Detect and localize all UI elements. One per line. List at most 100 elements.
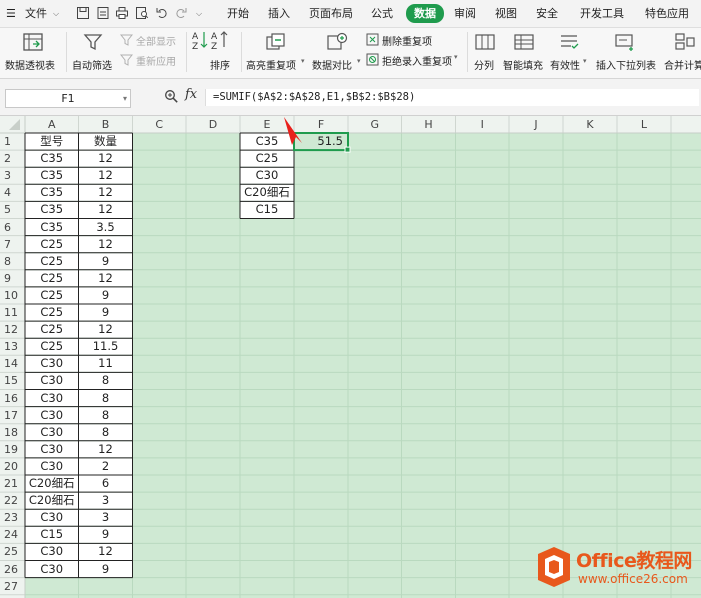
- fx-label[interactable]: fx: [185, 87, 197, 102]
- row-header-11[interactable]: 11: [0, 304, 26, 321]
- row-header-25[interactable]: 25: [0, 543, 26, 560]
- cell-a1[interactable]: 型号: [25, 133, 79, 150]
- cell-b23[interactable]: 3: [79, 509, 133, 526]
- row-header-20[interactable]: 20: [0, 458, 26, 475]
- highlight-duplicates-button[interactable]: 高亮重复项 ▾: [246, 28, 306, 78]
- row-header-1[interactable]: 1: [0, 133, 26, 150]
- smart-fill-button[interactable]: 智能填充: [503, 28, 547, 78]
- cell-a23[interactable]: C30: [25, 509, 79, 526]
- chevron-down-icon[interactable]: ▾: [123, 90, 127, 107]
- tab-special[interactable]: 特色应用: [645, 0, 689, 27]
- tab-formulas[interactable]: 公式: [371, 0, 393, 27]
- cell-a10[interactable]: C25: [25, 287, 79, 304]
- sort-button[interactable]: AZ 排序: [210, 28, 238, 78]
- quick-access-chevron-icon[interactable]: ⌵: [196, 0, 202, 27]
- row-header-16[interactable]: 16: [0, 390, 26, 407]
- column-header-b[interactable]: B: [79, 116, 133, 133]
- row-header-23[interactable]: 23: [0, 509, 26, 526]
- row-header-6[interactable]: 6: [0, 219, 26, 236]
- row-header-24[interactable]: 24: [0, 526, 26, 543]
- cell-a21[interactable]: C20细石: [25, 475, 79, 492]
- cell-a5[interactable]: C35: [25, 201, 79, 218]
- cell-b14[interactable]: 11: [79, 355, 133, 372]
- row-header-19[interactable]: 19: [0, 441, 26, 458]
- cell-a9[interactable]: C25: [25, 270, 79, 287]
- row-header-27[interactable]: 27: [0, 578, 26, 595]
- cell-b13[interactable]: 11.5: [79, 338, 133, 355]
- tab-security[interactable]: 安全: [536, 0, 558, 27]
- row-header-13[interactable]: 13: [0, 338, 26, 355]
- tab-home[interactable]: 开始: [227, 0, 249, 27]
- cell-e2[interactable]: C25: [240, 150, 294, 167]
- cell-a22[interactable]: C20细石: [25, 492, 79, 509]
- cell-b11[interactable]: 9: [79, 304, 133, 321]
- cell-f1[interactable]: 51.5: [294, 133, 348, 150]
- tab-view[interactable]: 视图: [495, 0, 517, 27]
- cell-b25[interactable]: 12: [79, 543, 133, 560]
- row-header-8[interactable]: 8: [0, 253, 26, 270]
- cell-a4[interactable]: C35: [25, 184, 79, 201]
- cell-a15[interactable]: C30: [25, 372, 79, 389]
- tab-page-layout[interactable]: 页面布局: [309, 0, 353, 27]
- tab-insert[interactable]: 插入: [268, 0, 290, 27]
- row-header-22[interactable]: 22: [0, 492, 26, 509]
- cell-e3[interactable]: C30: [240, 167, 294, 184]
- cell-b21[interactable]: 6: [79, 475, 133, 492]
- cell-b1[interactable]: 数量: [79, 133, 133, 150]
- cell-e4[interactable]: C20细石: [240, 184, 294, 201]
- show-all-button[interactable]: 全部显示: [120, 32, 182, 48]
- column-header-k[interactable]: K: [563, 116, 617, 133]
- column-header-j[interactable]: J: [509, 116, 563, 133]
- cell-b22[interactable]: 3: [79, 492, 133, 509]
- row-header-5[interactable]: 5: [0, 201, 26, 218]
- cell-a26[interactable]: C30: [25, 561, 79, 578]
- tab-review[interactable]: 审阅: [454, 0, 476, 27]
- cell-b16[interactable]: 8: [79, 390, 133, 407]
- cell-a13[interactable]: C25: [25, 338, 79, 355]
- cell-a25[interactable]: C30: [25, 543, 79, 560]
- cell-e1[interactable]: C35: [240, 133, 294, 150]
- undo-icon[interactable]: [155, 6, 169, 20]
- cell-b2[interactable]: 12: [79, 150, 133, 167]
- zoom-icon[interactable]: [164, 89, 179, 104]
- row-header-4[interactable]: 4: [0, 184, 26, 201]
- insert-dropdown-list-button[interactable]: 插入下拉列表: [596, 28, 658, 78]
- cell-b4[interactable]: 12: [79, 184, 133, 201]
- cell-b15[interactable]: 8: [79, 372, 133, 389]
- row-header-21[interactable]: 21: [0, 475, 26, 492]
- print-preview-icon[interactable]: [135, 6, 149, 20]
- cell-b5[interactable]: 12: [79, 201, 133, 218]
- formula-input[interactable]: =SUMIF($A$2:$A$28,E1,$B$2:$B$28): [205, 89, 699, 106]
- data-compare-button[interactable]: 数据对比 ▾: [312, 28, 362, 78]
- save-icon[interactable]: [76, 6, 90, 20]
- redo-icon[interactable]: [174, 6, 188, 20]
- cell-a2[interactable]: C35: [25, 150, 79, 167]
- cell-a11[interactable]: C25: [25, 304, 79, 321]
- reject-duplicates-button[interactable]: 拒绝录入重复项 ▾: [366, 52, 466, 68]
- row-header-9[interactable]: 9: [0, 270, 26, 287]
- cell-a24[interactable]: C15: [25, 526, 79, 543]
- cell-e5[interactable]: C15: [240, 201, 294, 218]
- cell-a6[interactable]: C35: [25, 219, 79, 236]
- cell-b3[interactable]: 12: [79, 167, 133, 184]
- column-header-d[interactable]: D: [186, 116, 240, 133]
- cell-a14[interactable]: C30: [25, 355, 79, 372]
- cell-b17[interactable]: 8: [79, 407, 133, 424]
- column-header-a[interactable]: A: [25, 116, 79, 133]
- cell-b7[interactable]: 12: [79, 236, 133, 253]
- cell-a7[interactable]: C25: [25, 236, 79, 253]
- row-header-14[interactable]: 14: [0, 355, 26, 372]
- row-header-26[interactable]: 26: [0, 561, 26, 578]
- tab-data[interactable]: 数据: [406, 4, 444, 23]
- spreadsheet-grid[interactable]: A B C D E F G H I J K L 1 2 3 4 5 6 7 8 9 10 11 12 13 14 15 16 17 18 1…: [0, 116, 701, 598]
- pivot-table-button[interactable]: 数据透视表: [5, 28, 63, 78]
- delete-duplicates-button[interactable]: 删除重复项: [366, 32, 461, 48]
- row-header-10[interactable]: 10: [0, 287, 26, 304]
- cell-a16[interactable]: C30: [25, 390, 79, 407]
- cell-a8[interactable]: C25: [25, 253, 79, 270]
- consolidate-button[interactable]: 合并计算: [664, 28, 701, 78]
- cell-a17[interactable]: C30: [25, 407, 79, 424]
- hamburger-icon[interactable]: ☰: [6, 0, 16, 27]
- reapply-button[interactable]: 重新应用: [120, 52, 182, 68]
- cell-a19[interactable]: C30: [25, 441, 79, 458]
